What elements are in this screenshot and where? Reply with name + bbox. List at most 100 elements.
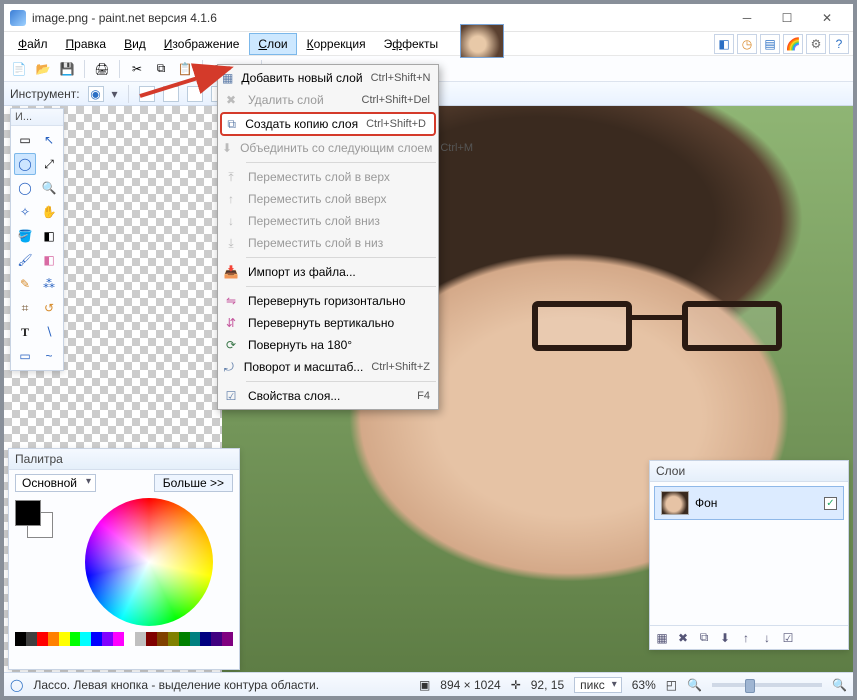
ellipse-select-tool[interactable]: ◯ [14,177,36,199]
titlebar: image.png - paint.net версия 4.1.6 ─ ☐ ✕ [4,4,853,32]
menu-move-down: ↓Переместить слой вниз [218,210,438,232]
image-size-icon: ▣ [419,678,430,692]
move-top-icon: ⤒ [222,168,240,186]
line-tool[interactable]: ∖ [38,321,60,343]
current-tool-icon[interactable]: ◉ [88,86,104,102]
paintbrush-tool[interactable]: 🖌 [14,249,36,271]
selection-mode-add-icon[interactable] [163,86,179,102]
minimize-button[interactable]: ─ [727,6,767,30]
menu-flip-horizontal[interactable]: ⇋Перевернуть горизонтально [218,290,438,312]
save-file-icon[interactable]: 💾 [58,60,76,78]
more-colors-button[interactable]: Больше >> [154,474,233,492]
status-hint: Лассо. Левая кнопка - выделение контура … [33,678,319,692]
color-wheel[interactable] [85,498,213,626]
menu-file[interactable]: Файл [10,34,56,54]
instrument-label: Инструмент: [10,87,80,101]
move-tool[interactable]: ↖ [38,129,60,151]
menu-effects[interactable]: Эффекты [376,34,447,54]
move-selection-tool[interactable]: ⤢ [38,153,60,175]
lasso-tool[interactable]: ◯ [14,153,36,175]
magic-wand-tool[interactable]: ✧ [14,201,36,223]
menu-edit[interactable]: Правка [58,34,115,54]
delete-layer-button-icon[interactable]: ✖ [675,630,691,646]
tools-window-toggle-icon[interactable]: ◧ [714,34,734,54]
layers-panel-title: Слои [656,464,685,478]
menu-add-layer[interactable]: ▦Добавить новый слойCtrl+Shift+N [218,67,438,89]
settings-icon[interactable]: ⚙ [806,34,826,54]
selection-mode-subtract-icon[interactable] [187,86,203,102]
move-layer-down-icon[interactable]: ↓ [759,630,775,646]
menu-rotate-zoom[interactable]: ⤾Поворот и масштаб...Ctrl+Shift+Z [218,356,438,378]
colors-window-toggle-icon[interactable]: 🌈 [783,34,803,54]
color-picker-tool[interactable]: ⁂ [38,273,60,295]
layer-visibility-checkbox[interactable]: ✓ [824,497,837,510]
rectangle-shape-tool[interactable]: ▭ [14,345,36,367]
menu-layer-properties[interactable]: ☑Свойства слоя...F4 [218,385,438,407]
layer-properties-button-icon[interactable]: ☑ [780,630,796,646]
add-layer-icon: ▦ [222,69,233,87]
paint-bucket-tool[interactable]: 🪣 [14,225,36,247]
text-tool[interactable]: T [14,321,36,343]
menubar: Файл Правка Вид Изображение Слои Коррекц… [4,32,853,56]
duplicate-layer-icon: ⧉ [226,115,237,133]
menu-adjustments[interactable]: Коррекция [299,34,374,54]
selection-mode-replace-icon[interactable] [139,86,155,102]
clone-stamp-tool[interactable]: ⌗ [14,297,36,319]
menu-rotate-180[interactable]: ⟳Повернуть на 180° [218,334,438,356]
zoom-value: 63% [632,678,656,692]
flip-h-icon: ⇋ [222,292,240,310]
print-icon[interactable]: 🖨 [93,60,111,78]
menu-duplicate-layer[interactable]: ⧉Создать копию слояCtrl+Shift+D [220,112,436,136]
window-title: image.png - paint.net версия 4.1.6 [32,11,727,25]
menu-layers[interactable]: Слои [249,33,296,55]
layers-panel[interactable]: Слои Фон ✓ ▦ ✖ ⧉ ⬇ ↑ ↓ ☑ [649,460,849,650]
add-layer-button-icon[interactable]: ▦ [654,630,670,646]
close-button[interactable]: ✕ [807,6,847,30]
menu-view[interactable]: Вид [116,34,154,54]
freeform-shape-tool[interactable]: ~ [38,345,60,367]
layers-toolbar: ▦ ✖ ⧉ ⬇ ↑ ↓ ☑ [650,625,848,649]
menu-delete-layer: ✖Удалить слойCtrl+Shift+Del [218,89,438,111]
glasses-overlay [532,301,782,361]
menu-import-file[interactable]: 📥Импорт из файла... [218,261,438,283]
recolor-tool[interactable]: ↺ [38,297,60,319]
colors-panel[interactable]: Палитра Основной Больше >> [8,448,240,670]
eraser-tool[interactable]: ◧ [38,249,60,271]
copy-icon[interactable]: ⧉ [152,60,170,78]
zoom-tool[interactable]: 🔍 [38,177,60,199]
toolbox-panel[interactable]: И... ▭ ↖ ◯ ⤢ ◯ 🔍 ✧ ✋ 🪣 ◧ 🖌 ◧ ✎ ⁂ ⌗ ↺ T ∖… [10,108,64,371]
open-file-icon[interactable]: 📂 [34,60,52,78]
maximize-button[interactable]: ☐ [767,6,807,30]
layer-name: Фон [695,496,717,510]
move-layer-up-icon[interactable]: ↑ [738,630,754,646]
unit-select[interactable]: пикс [574,677,622,693]
layers-window-toggle-icon[interactable]: ▤ [760,34,780,54]
document-thumbnail-tab[interactable] [460,24,504,58]
primary-secondary-swatch[interactable] [15,500,53,538]
menu-flip-vertical[interactable]: ⇵Перевернуть вертикально [218,312,438,334]
menu-move-top: ⤒Переместить слой в верх [218,166,438,188]
layer-row-background[interactable]: Фон ✓ [654,486,844,520]
duplicate-layer-button-icon[interactable]: ⧉ [696,630,712,646]
cut-icon[interactable]: ✂ [128,60,146,78]
zoom-in-icon[interactable]: 🔍 [832,678,847,692]
menu-image[interactable]: Изображение [156,34,248,54]
zoom-fit-icon[interactable]: ◰ [666,678,677,692]
zoom-slider[interactable] [712,683,822,687]
gradient-tool[interactable]: ◧ [38,225,60,247]
rotate-180-icon: ⟳ [222,336,240,354]
palette-strip[interactable] [15,632,233,646]
menu-merge-down: ⬇Объединить со следующим слоемCtrl+M [218,137,438,159]
import-icon: 📥 [222,263,240,281]
history-window-toggle-icon[interactable]: ◷ [737,34,757,54]
statusbar: ◯ Лассо. Левая кнопка - выделение контур… [4,672,853,696]
paste-icon[interactable]: 📋 [176,60,194,78]
rectangle-select-tool[interactable]: ▭ [14,129,36,151]
pan-tool[interactable]: ✋ [38,201,60,223]
zoom-out-icon[interactable]: 🔍 [687,678,702,692]
new-file-icon[interactable]: 📄 [10,60,28,78]
pencil-tool[interactable]: ✎ [14,273,36,295]
color-mode-select[interactable]: Основной [15,474,96,492]
merge-layer-button-icon[interactable]: ⬇ [717,630,733,646]
help-icon[interactable]: ? [829,34,849,54]
